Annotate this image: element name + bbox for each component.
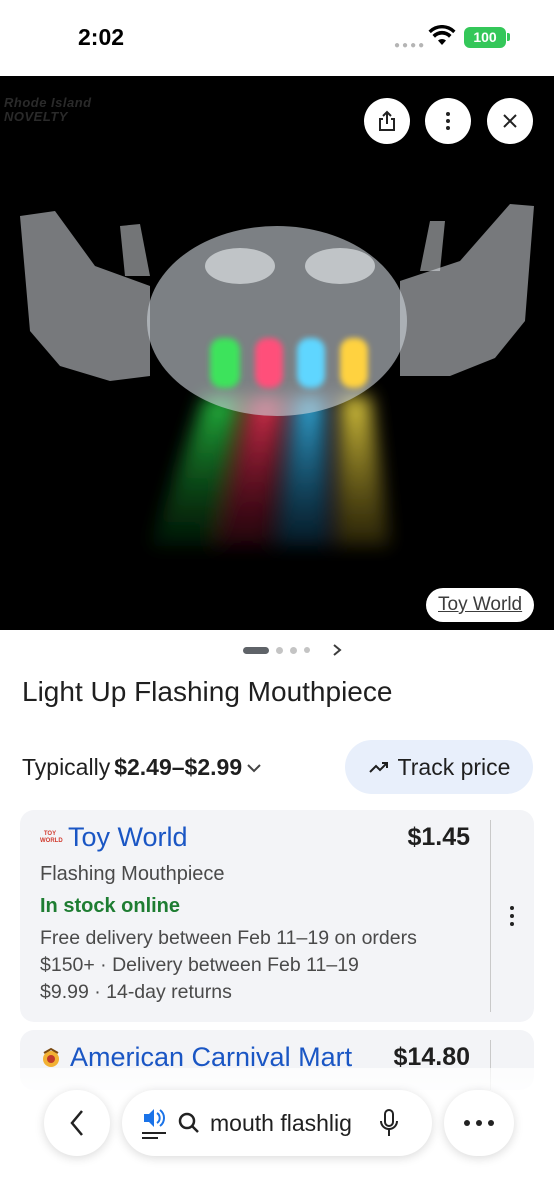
carousel-dot[interactable] bbox=[304, 647, 310, 653]
share-button[interactable] bbox=[364, 98, 410, 144]
store-logo: TOY WORLD bbox=[40, 830, 63, 844]
mic-icon[interactable] bbox=[378, 1108, 400, 1138]
back-arrow-icon bbox=[70, 1110, 83, 1136]
share-icon bbox=[379, 110, 395, 131]
more-menu-button[interactable] bbox=[444, 1090, 514, 1156]
more-options-button[interactable] bbox=[425, 98, 471, 144]
search-icon bbox=[178, 1112, 199, 1133]
carousel-dot[interactable] bbox=[290, 647, 297, 654]
carousel-dot[interactable] bbox=[276, 647, 283, 654]
trending-icon bbox=[368, 762, 388, 773]
carousel-dot-active[interactable] bbox=[243, 647, 269, 654]
chevron-right-icon[interactable] bbox=[330, 642, 344, 658]
typical-price-prefix: Typically bbox=[22, 754, 111, 780]
offer-item-name: Flashing Mouthpiece bbox=[40, 863, 225, 885]
stock-status: In stock online bbox=[40, 895, 181, 917]
status-time: 2:02 bbox=[78, 24, 125, 50]
more-vert-icon bbox=[446, 112, 450, 130]
more-horiz-icon bbox=[464, 1120, 494, 1126]
status-bar: 2:02 ●●●● 100 bbox=[0, 0, 554, 76]
typical-price-range: $2.49–$2.99 bbox=[114, 754, 243, 780]
product-image[interactable]: Rhode Island NOVELTY Toy World bbox=[0, 76, 554, 630]
track-price-label: Track price bbox=[397, 753, 511, 780]
source-link[interactable]: Toy World bbox=[426, 588, 535, 622]
product-title: Light Up Flashing Mouthpiece bbox=[22, 676, 393, 707]
search-bar[interactable]: mouth flashlig bbox=[122, 1090, 432, 1156]
track-price-button[interactable]: Track price bbox=[345, 740, 533, 794]
close-icon bbox=[503, 114, 517, 128]
typical-price[interactable]: Typically $2.49–$2.99 bbox=[22, 754, 262, 781]
chevron-down-icon bbox=[247, 763, 261, 772]
battery-indicator: 100 bbox=[464, 27, 506, 48]
delivery-info: Free delivery between Feb 11–19 on order… bbox=[40, 927, 417, 1003]
cellular-dots-icon: ●●●● bbox=[394, 40, 427, 51]
back-button[interactable] bbox=[44, 1090, 110, 1156]
battery-tip bbox=[507, 33, 510, 41]
wifi-icon bbox=[428, 25, 456, 45]
divider bbox=[490, 820, 491, 1012]
search-query[interactable]: mouth flashlig bbox=[210, 1110, 368, 1137]
close-button[interactable] bbox=[487, 98, 533, 144]
read-aloud-icon[interactable] bbox=[140, 1106, 168, 1140]
store-row[interactable]: TOY WORLD Toy World bbox=[40, 822, 188, 853]
store-logo bbox=[43, 1047, 59, 1067]
offer-more-icon[interactable] bbox=[505, 904, 519, 928]
image-carousel-indicator[interactable] bbox=[0, 640, 554, 662]
offer-price: $1.45 bbox=[407, 823, 470, 851]
offer-card[interactable]: TOY WORLD Toy World $1.45 Flashing Mouth… bbox=[20, 810, 534, 1022]
mouthpiece-illustration bbox=[20, 204, 534, 546]
store-name-link[interactable]: Toy World bbox=[68, 822, 188, 853]
